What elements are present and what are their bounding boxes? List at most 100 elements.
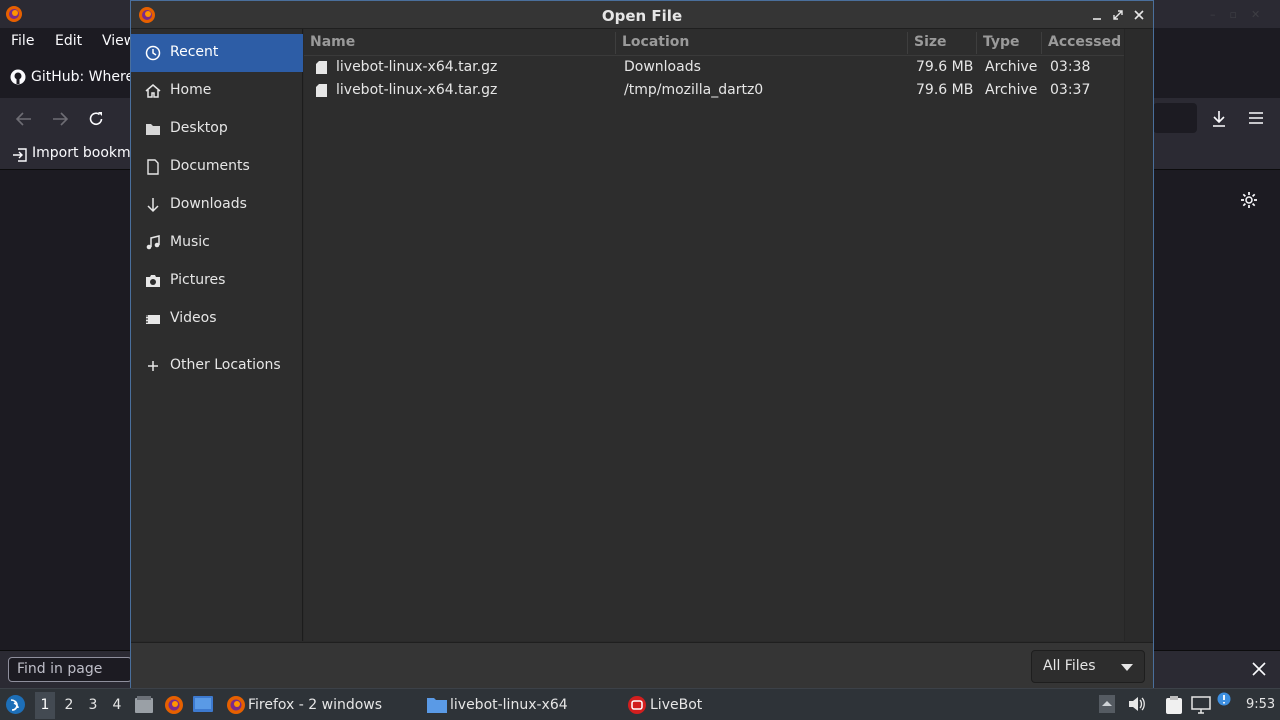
firefox-icon bbox=[227, 696, 245, 714]
column-header-type[interactable]: Type bbox=[983, 34, 1020, 50]
desktop-launcher-icon[interactable] bbox=[193, 696, 213, 714]
github-icon bbox=[10, 69, 26, 85]
video-icon bbox=[146, 315, 160, 324]
dialog-title: Open File bbox=[601, 7, 683, 25]
sidebar-item-label: Pictures bbox=[170, 272, 226, 288]
close-icon[interactable] bbox=[1134, 10, 1144, 20]
file-type: Archive bbox=[985, 82, 1038, 98]
file-name: livebot-linux-x64.tar.gz bbox=[336, 82, 498, 98]
close-icon[interactable] bbox=[1252, 662, 1266, 676]
plus-icon bbox=[148, 361, 158, 371]
find-in-page-input[interactable]: Find in page bbox=[8, 657, 132, 682]
file-list-view: Name Location Size Type Accessed livebot… bbox=[304, 29, 1124, 641]
gear-icon[interactable] bbox=[1240, 191, 1258, 209]
back-arrow-icon[interactable] bbox=[16, 112, 32, 126]
sidebar-item-downloads[interactable]: Downloads bbox=[131, 186, 303, 224]
livebot-icon bbox=[628, 696, 646, 714]
task-livebot[interactable]: LiveBot bbox=[626, 692, 746, 718]
import-icon bbox=[13, 148, 27, 162]
taskbar: 1 2 3 4 Firefox - 2 windows livebot-linu… bbox=[0, 688, 1280, 720]
clock-icon bbox=[145, 45, 161, 61]
clipboard-icon[interactable] bbox=[1164, 695, 1184, 715]
workspace-4[interactable]: 4 bbox=[109, 697, 125, 713]
file-accessed: 03:37 bbox=[1050, 82, 1091, 98]
sidebar-item-label: Music bbox=[170, 234, 210, 250]
music-icon bbox=[146, 235, 160, 250]
forward-arrow-icon[interactable] bbox=[52, 112, 68, 126]
folder-icon bbox=[146, 124, 160, 135]
column-separator[interactable] bbox=[907, 32, 908, 54]
column-header-name[interactable]: Name bbox=[310, 34, 355, 50]
sidebar-item-label: Recent bbox=[170, 44, 219, 60]
camera-icon bbox=[146, 275, 160, 287]
tray-arrow-up-icon[interactable] bbox=[1099, 695, 1115, 713]
file-size: 79.6 MB bbox=[916, 59, 974, 75]
firefox-launcher-icon[interactable] bbox=[164, 695, 184, 715]
task-label: LiveBot bbox=[650, 697, 703, 713]
sidebar-item-label: Other Locations bbox=[170, 357, 281, 373]
file-archive-icon bbox=[316, 61, 327, 74]
chevron-down-icon bbox=[1121, 664, 1133, 671]
network-icon[interactable] bbox=[1191, 696, 1211, 714]
task-firefox[interactable]: Firefox - 2 windows bbox=[224, 692, 414, 718]
file-filter-dropdown[interactable]: All Files bbox=[1031, 650, 1145, 683]
table-row[interactable]: livebot-linux-x64.tar.gz /tmp/mozilla_da… bbox=[304, 79, 1124, 102]
sidebar-item-videos[interactable]: Videos bbox=[131, 300, 303, 338]
firefox-logo-icon bbox=[6, 6, 22, 22]
open-file-dialog: Open File Recent Home Desktop Documents … bbox=[130, 0, 1154, 688]
start-menu-icon[interactable] bbox=[5, 694, 26, 715]
file-location: Downloads bbox=[624, 59, 701, 75]
task-label: livebot-linux-x64 bbox=[450, 697, 568, 713]
file-size: 79.6 MB bbox=[916, 82, 974, 98]
column-separator[interactable] bbox=[615, 32, 616, 54]
maximize-icon[interactable] bbox=[1113, 10, 1123, 20]
column-header-location[interactable]: Location bbox=[622, 34, 689, 50]
notification-icon[interactable] bbox=[1217, 692, 1231, 706]
task-livebot-folder[interactable]: livebot-linux-x64 bbox=[426, 692, 616, 718]
hamburger-menu-icon[interactable] bbox=[1248, 112, 1264, 124]
table-row[interactable]: livebot-linux-x64.tar.gz Downloads 79.6 … bbox=[304, 56, 1124, 79]
file-type: Archive bbox=[985, 59, 1038, 75]
file-location: /tmp/mozilla_dartz0 bbox=[624, 82, 764, 98]
sidebar-item-label: Downloads bbox=[170, 196, 247, 212]
sidebar-item-other-locations[interactable]: Other Locations bbox=[131, 347, 303, 385]
column-header-accessed[interactable]: Accessed bbox=[1048, 34, 1121, 50]
sidebar-item-home[interactable]: Home bbox=[131, 72, 303, 110]
document-icon bbox=[147, 159, 159, 175]
volume-icon[interactable] bbox=[1128, 696, 1146, 712]
sidebar-item-desktop[interactable]: Desktop bbox=[131, 110, 303, 148]
column-separator[interactable] bbox=[976, 32, 977, 54]
sidebar-item-music[interactable]: Music bbox=[131, 224, 303, 262]
menu-file[interactable]: File bbox=[11, 33, 34, 49]
workspace-2[interactable]: 2 bbox=[61, 697, 77, 713]
sidebar-item-recent[interactable]: Recent bbox=[131, 34, 303, 72]
menu-edit[interactable]: Edit bbox=[55, 33, 82, 49]
dialog-titlebar: Open File bbox=[131, 1, 1153, 29]
home-icon bbox=[145, 84, 161, 98]
sidebar-item-pictures[interactable]: Pictures bbox=[131, 262, 303, 300]
import-bookmarks-button[interactable]: Import bookma bbox=[32, 145, 139, 161]
sidebar-item-label: Videos bbox=[170, 310, 217, 326]
workspace-1[interactable]: 1 bbox=[37, 697, 53, 713]
sidebar-item-label: Desktop bbox=[170, 120, 228, 136]
task-label: Firefox - 2 windows bbox=[248, 697, 383, 713]
dialog-bottom-bar: All Files bbox=[131, 642, 1153, 688]
clock[interactable]: 9:53 bbox=[1246, 697, 1275, 712]
tab-github[interactable]: GitHub: Where bbox=[31, 69, 134, 85]
firefox-window-controls[interactable]: –▫✕ bbox=[1210, 8, 1274, 21]
reload-icon[interactable] bbox=[88, 111, 104, 127]
folder-icon bbox=[427, 698, 447, 713]
downloads-icon[interactable] bbox=[1211, 110, 1227, 128]
file-manager-launcher-icon[interactable] bbox=[135, 696, 153, 713]
file-name: livebot-linux-x64.tar.gz bbox=[336, 59, 498, 75]
vertical-scrollbar[interactable] bbox=[1124, 29, 1152, 641]
sidebar-item-documents[interactable]: Documents bbox=[131, 148, 303, 186]
column-separator[interactable] bbox=[1041, 32, 1042, 54]
column-header-size[interactable]: Size bbox=[914, 34, 947, 50]
minimize-icon[interactable] bbox=[1092, 11, 1102, 21]
places-sidebar: Recent Home Desktop Documents Downloads … bbox=[131, 29, 303, 641]
file-archive-icon bbox=[316, 84, 327, 97]
sidebar-item-label: Home bbox=[170, 82, 212, 98]
urlbar-end[interactable] bbox=[1153, 103, 1197, 133]
workspace-3[interactable]: 3 bbox=[85, 697, 101, 713]
